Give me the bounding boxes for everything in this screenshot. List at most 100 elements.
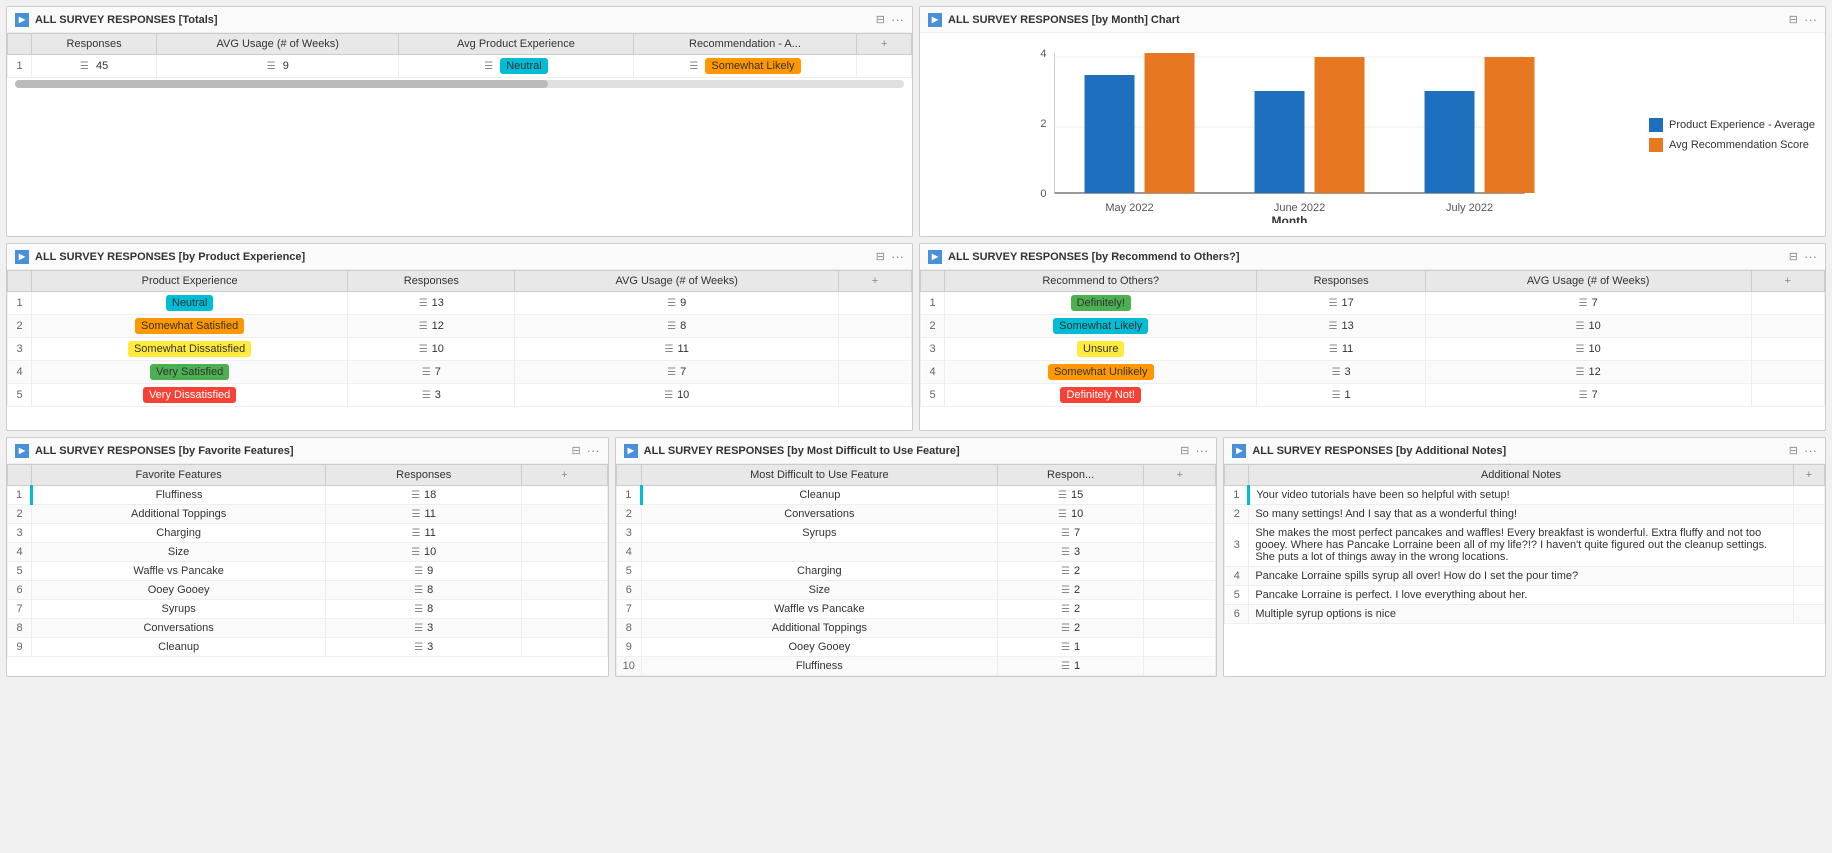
fav-filter-btn[interactable]: ☰ bbox=[414, 623, 423, 634]
pe-tag: Very Dissatisfied bbox=[143, 387, 236, 403]
product-exp-title: ALL SURVEY RESPONSES [by Product Experie… bbox=[35, 251, 876, 263]
fav-row-empty bbox=[522, 543, 608, 562]
fav-filter-btn[interactable]: ☰ bbox=[414, 604, 423, 615]
pe-filter-btn[interactable]: ☰ bbox=[419, 298, 428, 309]
chart-content: 4 2 0 bbox=[930, 43, 1639, 226]
table-row: 4 Very Satisfied ☰7 ☰7 bbox=[8, 361, 912, 384]
fav-row-responses: ☰8 bbox=[326, 581, 522, 600]
diff-filter-btn[interactable]: ☰ bbox=[1061, 604, 1070, 615]
fav-row-num: 4 bbox=[8, 543, 32, 562]
totals-scrollbar[interactable] bbox=[15, 80, 904, 88]
notes-icon: ▶ bbox=[1232, 444, 1246, 458]
rec-filter-btn[interactable]: ☰ bbox=[1332, 390, 1341, 401]
diff-row-empty bbox=[1144, 600, 1216, 619]
svg-text:May 2022: May 2022 bbox=[1105, 202, 1153, 214]
notes-more-icon[interactable]: ··· bbox=[1804, 443, 1817, 458]
pe-avg-filter-btn[interactable]: ☰ bbox=[667, 321, 676, 332]
pe-avg-filter-btn[interactable]: ☰ bbox=[667, 367, 676, 378]
rec-avg-filter-btn[interactable]: ☰ bbox=[1576, 367, 1585, 378]
diff-filter-btn[interactable]: ☰ bbox=[1061, 566, 1070, 577]
chart-more-icon[interactable]: ··· bbox=[1804, 12, 1817, 27]
product-exp-more-icon[interactable]: ··· bbox=[891, 249, 904, 264]
table-row: 1 Your video tutorials have been so help… bbox=[1225, 486, 1825, 505]
fav-col-add[interactable]: + bbox=[522, 465, 608, 486]
diff-filter-btn[interactable]: ☰ bbox=[1058, 490, 1067, 501]
rec-avg-filter-btn[interactable]: ☰ bbox=[1576, 344, 1585, 355]
rec-avg-filter-btn[interactable]: ☰ bbox=[1579, 298, 1588, 309]
totals-product-filter-btn[interactable]: ☰ bbox=[484, 61, 493, 72]
diff-col-add[interactable]: + bbox=[1144, 465, 1216, 486]
fav-filter-btn[interactable]: ☰ bbox=[414, 566, 423, 577]
diff-filter-btn[interactable]: ☰ bbox=[1058, 509, 1067, 520]
recommend-more-icon[interactable]: ··· bbox=[1804, 249, 1817, 264]
diff-col-label: Most Difficult to Use Feature bbox=[641, 465, 997, 486]
fav-row-num: 2 bbox=[8, 505, 32, 524]
diff-filter-btn[interactable]: ☰ bbox=[1061, 642, 1070, 653]
totals-rec-filter-btn[interactable]: ☰ bbox=[689, 61, 698, 72]
favorite-more-icon[interactable]: ··· bbox=[587, 443, 600, 458]
recommend-icon: ▶ bbox=[928, 250, 942, 264]
rec-filter-btn[interactable]: ☰ bbox=[1329, 298, 1338, 309]
rec-row-num: 2 bbox=[921, 315, 945, 338]
fav-filter-btn[interactable]: ☰ bbox=[412, 509, 421, 520]
pe-row-num: 2 bbox=[8, 315, 32, 338]
rec-filter-btn[interactable]: ☰ bbox=[1332, 367, 1341, 378]
totals-filter-btn[interactable]: ☰ bbox=[80, 61, 89, 72]
pe-avg-filter-btn[interactable]: ☰ bbox=[665, 344, 674, 355]
notes-col-add[interactable]: + bbox=[1793, 465, 1824, 486]
fav-filter-btn[interactable]: ☰ bbox=[412, 528, 421, 539]
totals-filter-icon[interactable]: ⊟ bbox=[876, 13, 885, 26]
table-row: 9 Ooey Gooey ☰1 bbox=[616, 638, 1216, 657]
rec-avg-filter-btn[interactable]: ☰ bbox=[1579, 390, 1588, 401]
pe-row-avg: ☰10 bbox=[515, 384, 839, 407]
totals-col-responses: Responses bbox=[32, 34, 157, 55]
pe-row-num: 4 bbox=[8, 361, 32, 384]
fav-filter-btn[interactable]: ☰ bbox=[414, 642, 423, 653]
recommend-table: Recommend to Others? Responses AVG Usage… bbox=[920, 270, 1825, 407]
rec-avg-filter-btn[interactable]: ☰ bbox=[1576, 321, 1585, 332]
rec-col-add[interactable]: + bbox=[1751, 271, 1824, 292]
diff-filter-btn[interactable]: ☰ bbox=[1061, 623, 1070, 634]
diff-filter-btn[interactable]: ☰ bbox=[1061, 661, 1070, 672]
fav-filter-btn[interactable]: ☰ bbox=[414, 585, 423, 596]
diff-row-num: 2 bbox=[616, 505, 641, 524]
totals-more-icon[interactable]: ··· bbox=[891, 12, 904, 27]
pe-filter-btn[interactable]: ☰ bbox=[419, 344, 428, 355]
diff-filter-btn[interactable]: ☰ bbox=[1061, 547, 1070, 558]
fav-row-empty bbox=[522, 505, 608, 524]
chart-filter-icon[interactable]: ⊟ bbox=[1789, 13, 1798, 26]
diff-filter-btn[interactable]: ☰ bbox=[1061, 585, 1070, 596]
recommend-filter-icon[interactable]: ⊟ bbox=[1789, 250, 1798, 263]
totals-col-add[interactable]: + bbox=[857, 34, 912, 55]
pe-filter-btn[interactable]: ☰ bbox=[422, 390, 431, 401]
rec-row-responses: ☰13 bbox=[1257, 315, 1425, 338]
difficult-filter-icon[interactable]: ⊟ bbox=[1180, 444, 1189, 457]
pe-col-add[interactable]: + bbox=[839, 271, 912, 292]
fav-row-label: Fluffiness bbox=[32, 486, 326, 505]
notes-filter-icon[interactable]: ⊟ bbox=[1789, 444, 1798, 457]
totals-avg-filter-btn[interactable]: ☰ bbox=[267, 61, 276, 72]
diff-row-empty bbox=[1144, 543, 1216, 562]
rec-row-empty bbox=[1751, 384, 1824, 407]
pe-avg-filter-btn[interactable]: ☰ bbox=[667, 298, 676, 309]
diff-row-label: Charging bbox=[641, 562, 997, 581]
table-row: 3 She makes the most perfect pancakes an… bbox=[1225, 524, 1825, 567]
diff-filter-btn[interactable]: ☰ bbox=[1061, 528, 1070, 539]
fav-filter-btn[interactable]: ☰ bbox=[411, 490, 420, 501]
table-row: 5 Charging ☰2 bbox=[616, 562, 1216, 581]
pe-filter-btn[interactable]: ☰ bbox=[422, 367, 431, 378]
diff-row-label: Ooey Gooey bbox=[641, 638, 997, 657]
pe-filter-btn[interactable]: ☰ bbox=[419, 321, 428, 332]
difficult-more-icon[interactable]: ··· bbox=[1195, 443, 1208, 458]
product-exp-filter-icon[interactable]: ⊟ bbox=[876, 250, 885, 263]
pe-avg-filter-btn[interactable]: ☰ bbox=[664, 390, 673, 401]
fav-filter-btn[interactable]: ☰ bbox=[411, 547, 420, 558]
rec-filter-btn[interactable]: ☰ bbox=[1329, 344, 1338, 355]
favorite-filter-icon[interactable]: ⊟ bbox=[571, 444, 580, 457]
notes-row-text: Pancake Lorraine is perfect. I love ever… bbox=[1249, 586, 1793, 605]
chart-panel-actions: ⊟ ··· bbox=[1789, 12, 1817, 27]
rec-filter-btn[interactable]: ☰ bbox=[1329, 321, 1338, 332]
pe-row-label: Very Dissatisfied bbox=[32, 384, 348, 407]
bar-may-product bbox=[1085, 75, 1135, 193]
product-exp-panel: ▶ ALL SURVEY RESPONSES [by Product Exper… bbox=[6, 243, 913, 431]
